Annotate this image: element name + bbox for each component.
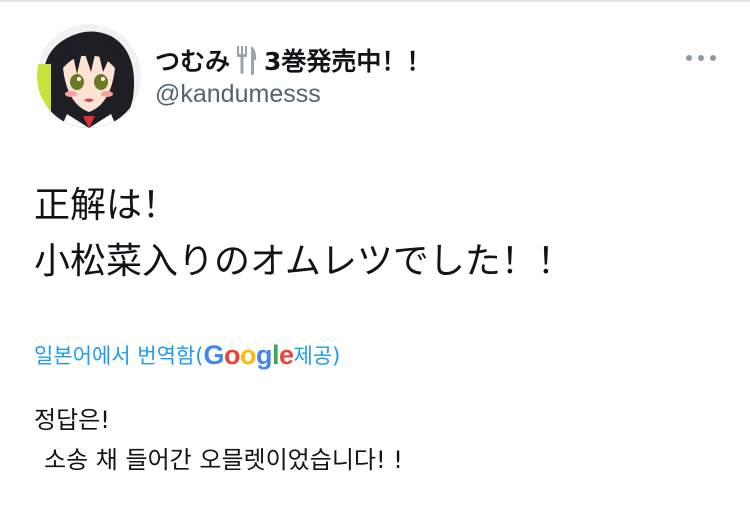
- more-options-icon[interactable]: [686, 48, 716, 68]
- display-name-prefix: つむみ: [155, 47, 231, 76]
- google-logo: Google: [203, 339, 294, 371]
- google-letter: l: [271, 339, 280, 370]
- more-dot: [710, 55, 716, 61]
- anime-girl-avatar-icon: [37, 24, 141, 128]
- google-letter: o: [223, 339, 241, 370]
- google-letter: o: [239, 339, 257, 370]
- google-letter: g: [255, 339, 273, 370]
- translation-label-prefix: 일본어에서 번역함(: [34, 344, 204, 368]
- avatar[interactable]: [37, 24, 141, 128]
- fork-and-knife-icon: [234, 44, 260, 76]
- display-name-suffix: 3巻発売中！！: [264, 47, 432, 76]
- author-handle[interactable]: @kandumesss: [155, 80, 321, 109]
- more-dot: [686, 55, 692, 61]
- top-divider: [0, 0, 750, 2]
- translation-attribution-link[interactable]: 일본어에서 번역함( Google 제공): [34, 338, 340, 372]
- google-letter: G: [203, 339, 224, 370]
- translated-text-line: 소송 채 들어간 오믈렛이었습니다! !: [44, 446, 403, 474]
- tweet-text-line: 正解は！: [34, 185, 179, 226]
- google-letter: e: [278, 339, 294, 370]
- tweet-text-line: 小松菜入りのオムレツでした！！: [34, 241, 573, 282]
- translated-text: 정답은! 소송 채 들어간 오믈렛이었습니다! !: [34, 400, 403, 480]
- tweet-text: 正解は！ 小松菜入りのオムレツでした！！: [34, 178, 573, 290]
- translated-text-line: 정답은!: [34, 406, 110, 434]
- more-dot: [698, 55, 704, 61]
- translation-label-suffix: 제공): [293, 344, 341, 368]
- author-display-name[interactable]: つむみ 3巻発売中！！: [155, 42, 431, 78]
